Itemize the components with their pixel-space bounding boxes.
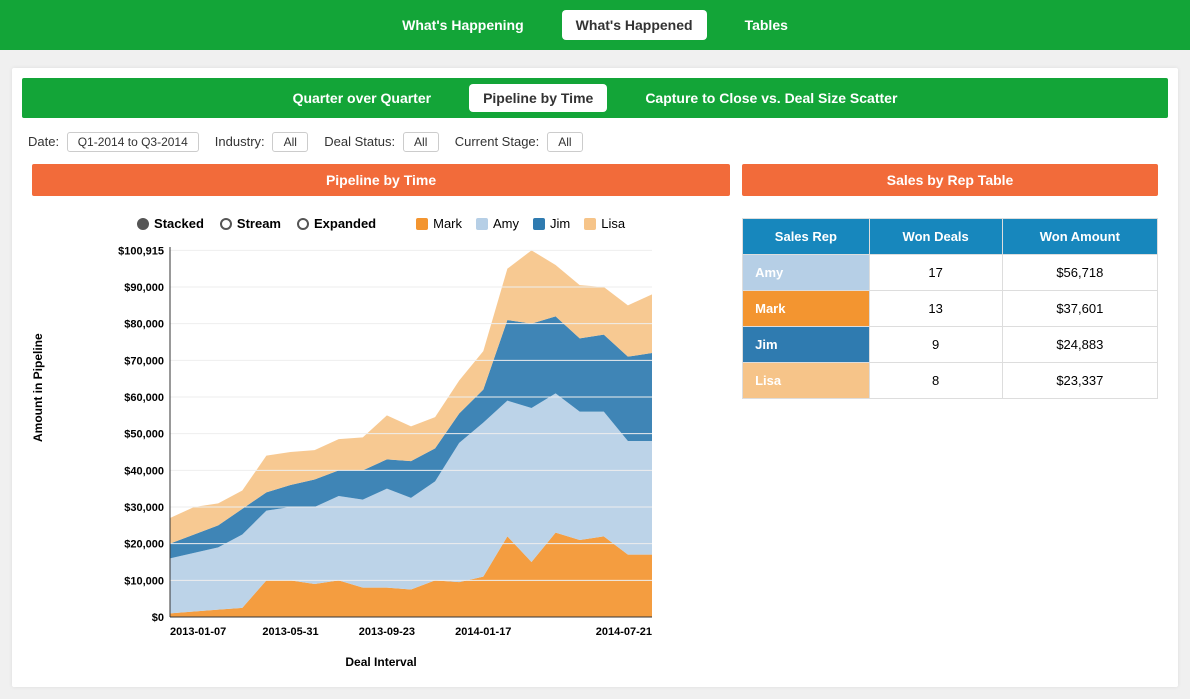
cell-deals: 13 (869, 291, 1002, 327)
table-row: Mark13$37,601 (743, 291, 1158, 327)
y-axis-label: Amount in Pipeline (31, 333, 45, 442)
filter-current-stage-select[interactable]: All (547, 132, 583, 152)
y-tick-label: $20,000 (124, 539, 164, 551)
table-row: Amy17$56,718 (743, 255, 1158, 291)
stacked-area-chart[interactable]: $0 $10,000 $20,000 $30,000 $40,000 $50,000 $60… (100, 237, 660, 647)
nav-whats-happened[interactable]: What's Happened (562, 10, 707, 40)
filter-industry-label: Industry: (215, 134, 265, 149)
y-tick-label: $100,915 (118, 245, 164, 257)
chart-mode-toggles: Stacked Stream Expanded (137, 214, 376, 233)
toggle-expanded[interactable]: Expanded (297, 214, 376, 233)
y-tick-label: $10,000 (124, 575, 164, 587)
x-tick-label: 2013-01-07 (170, 626, 226, 638)
filter-deal-status-label: Deal Status: (324, 134, 395, 149)
y-tick-label: $50,000 (124, 429, 164, 441)
chart-area: Stacked Stream Expanded Mark Amy Jim Lisa A… (32, 196, 730, 669)
filter-bar: Date: Q1-2014 to Q3-2014 Industry: All D… (22, 128, 1168, 164)
cell-deals: 17 (869, 255, 1002, 291)
cell-rep-name: Lisa (743, 363, 870, 399)
radio-icon (137, 218, 149, 230)
legend-swatch (416, 218, 428, 230)
cell-amount: $23,337 (1002, 363, 1157, 399)
y-tick-label: $0 (152, 612, 164, 624)
legend-swatch (533, 218, 545, 230)
subnav-pipeline[interactable]: Pipeline by Time (469, 84, 607, 112)
nav-whats-happening[interactable]: What's Happening (388, 10, 538, 40)
y-tick-label: $40,000 (124, 465, 164, 477)
legend-item[interactable]: Amy (476, 216, 519, 231)
toggle-stacked[interactable]: Stacked (137, 214, 204, 233)
y-tick-label: $30,000 (124, 502, 164, 514)
cell-amount: $24,883 (1002, 327, 1157, 363)
radio-icon (220, 218, 232, 230)
radio-icon (297, 218, 309, 230)
panel-title-table: Sales by Rep Table (742, 164, 1158, 196)
x-tick-label: 2014-01-17 (455, 626, 511, 638)
cell-amount: $56,718 (1002, 255, 1157, 291)
x-tick-label: 2014-07-21 (596, 626, 652, 638)
cell-deals: 9 (869, 327, 1002, 363)
legend-item[interactable]: Lisa (584, 216, 625, 231)
top-nav: What's Happening What's Happened Tables (0, 0, 1190, 50)
table-header-deals[interactable]: Won Deals (869, 219, 1002, 255)
x-tick-label: 2013-09-23 (359, 626, 415, 638)
x-axis-label: Deal Interval (32, 655, 730, 669)
y-tick-label: $60,000 (124, 392, 164, 404)
y-tick-label: $70,000 (124, 355, 164, 367)
legend-swatch (584, 218, 596, 230)
cell-rep-name: Mark (743, 291, 870, 327)
legend-swatch (476, 218, 488, 230)
cell-rep-name: Amy (743, 255, 870, 291)
chart-legend: Mark Amy Jim Lisa (416, 216, 625, 231)
filter-date-label: Date: (28, 134, 59, 149)
cell-amount: $37,601 (1002, 291, 1157, 327)
subnav-qoq[interactable]: Quarter over Quarter (279, 84, 446, 112)
y-tick-label: $90,000 (124, 282, 164, 294)
y-tick-label: $80,000 (124, 319, 164, 331)
subnav-scatter[interactable]: Capture to Close vs. Deal Size Scatter (631, 84, 911, 112)
legend-item[interactable]: Mark (416, 216, 462, 231)
sales-rep-table: Sales Rep Won Deals Won Amount Amy17$56,… (742, 218, 1158, 399)
legend-item[interactable]: Jim (533, 216, 570, 231)
table-header-amount[interactable]: Won Amount (1002, 219, 1157, 255)
table-row: Jim9$24,883 (743, 327, 1158, 363)
x-tick-label: 2013-05-31 (262, 626, 318, 638)
toggle-stream[interactable]: Stream (220, 214, 281, 233)
filter-industry-select[interactable]: All (272, 132, 308, 152)
filter-date-select[interactable]: Q1-2014 to Q3-2014 (67, 132, 199, 152)
cell-deals: 8 (869, 363, 1002, 399)
filter-deal-status-select[interactable]: All (403, 132, 439, 152)
page-content: Quarter over Quarter Pipeline by Time Ca… (12, 68, 1178, 687)
filter-current-stage-label: Current Stage: (455, 134, 540, 149)
sub-nav: Quarter over Quarter Pipeline by Time Ca… (22, 78, 1168, 118)
panel-title-pipeline: Pipeline by Time (32, 164, 730, 196)
table-row: Lisa8$23,337 (743, 363, 1158, 399)
nav-tables[interactable]: Tables (731, 10, 802, 40)
cell-rep-name: Jim (743, 327, 870, 363)
table-header-rep[interactable]: Sales Rep (743, 219, 870, 255)
